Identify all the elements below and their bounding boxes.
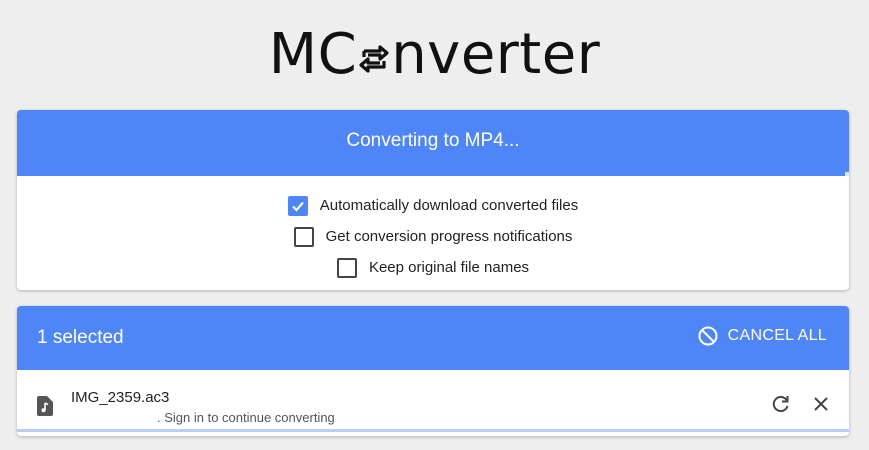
options-list: Automatically download converted files G…: [17, 176, 849, 283]
cancel-circle-icon: [698, 326, 718, 346]
option-auto-download[interactable]: Automatically download converted files: [17, 190, 849, 221]
retry-button[interactable]: [771, 394, 791, 419]
files-card: 1 selected CANCEL ALL IMG_2359.ac3 . Sig…: [17, 306, 849, 436]
keep-file-names-label: Keep original file names: [368, 259, 530, 276]
convert-arrows-icon: [358, 26, 390, 73]
option-keep-file-names[interactable]: Keep original file names: [17, 252, 849, 283]
conversion-card: Converting to MP4... Automatically downl…: [17, 110, 849, 290]
logo-text-prefix: MC: [268, 22, 358, 87]
app-logo: MC nverter: [0, 22, 869, 88]
remove-file-button[interactable]: [811, 394, 831, 419]
selection-count: 1 selected: [37, 327, 124, 348]
auto-download-label: Automatically download converted files: [319, 197, 579, 214]
file-progress-bar: [17, 429, 849, 432]
file-name: IMG_2359.ac3: [71, 389, 170, 406]
progress-notifications-label: Get conversion progress notifications: [325, 228, 573, 245]
conversion-progress-fill: [17, 172, 845, 176]
conversion-title: Converting to MP4...: [346, 130, 520, 151]
cancel-all-label: CANCEL ALL: [727, 327, 827, 344]
conversion-progress-bar: [17, 172, 849, 176]
keep-file-names-checkbox[interactable]: [336, 257, 357, 278]
cancel-all-button[interactable]: CANCEL ALL: [697, 306, 827, 366]
conversion-header: Converting to MP4...: [17, 110, 849, 176]
audio-file-icon: [37, 396, 53, 421]
file-status: . Sign in to continue converting: [157, 410, 335, 425]
selection-header: 1 selected CANCEL ALL: [17, 306, 849, 370]
auto-download-checkbox[interactable]: [287, 195, 308, 216]
close-icon: [814, 397, 828, 411]
refresh-icon: [772, 396, 789, 413]
option-progress-notifications[interactable]: Get conversion progress notifications: [17, 221, 849, 252]
file-row: IMG_2359.ac3 . Sign in to continue conve…: [17, 370, 849, 432]
logo-text-suffix: nverter: [391, 22, 601, 87]
progress-notifications-checkbox[interactable]: [293, 226, 314, 247]
